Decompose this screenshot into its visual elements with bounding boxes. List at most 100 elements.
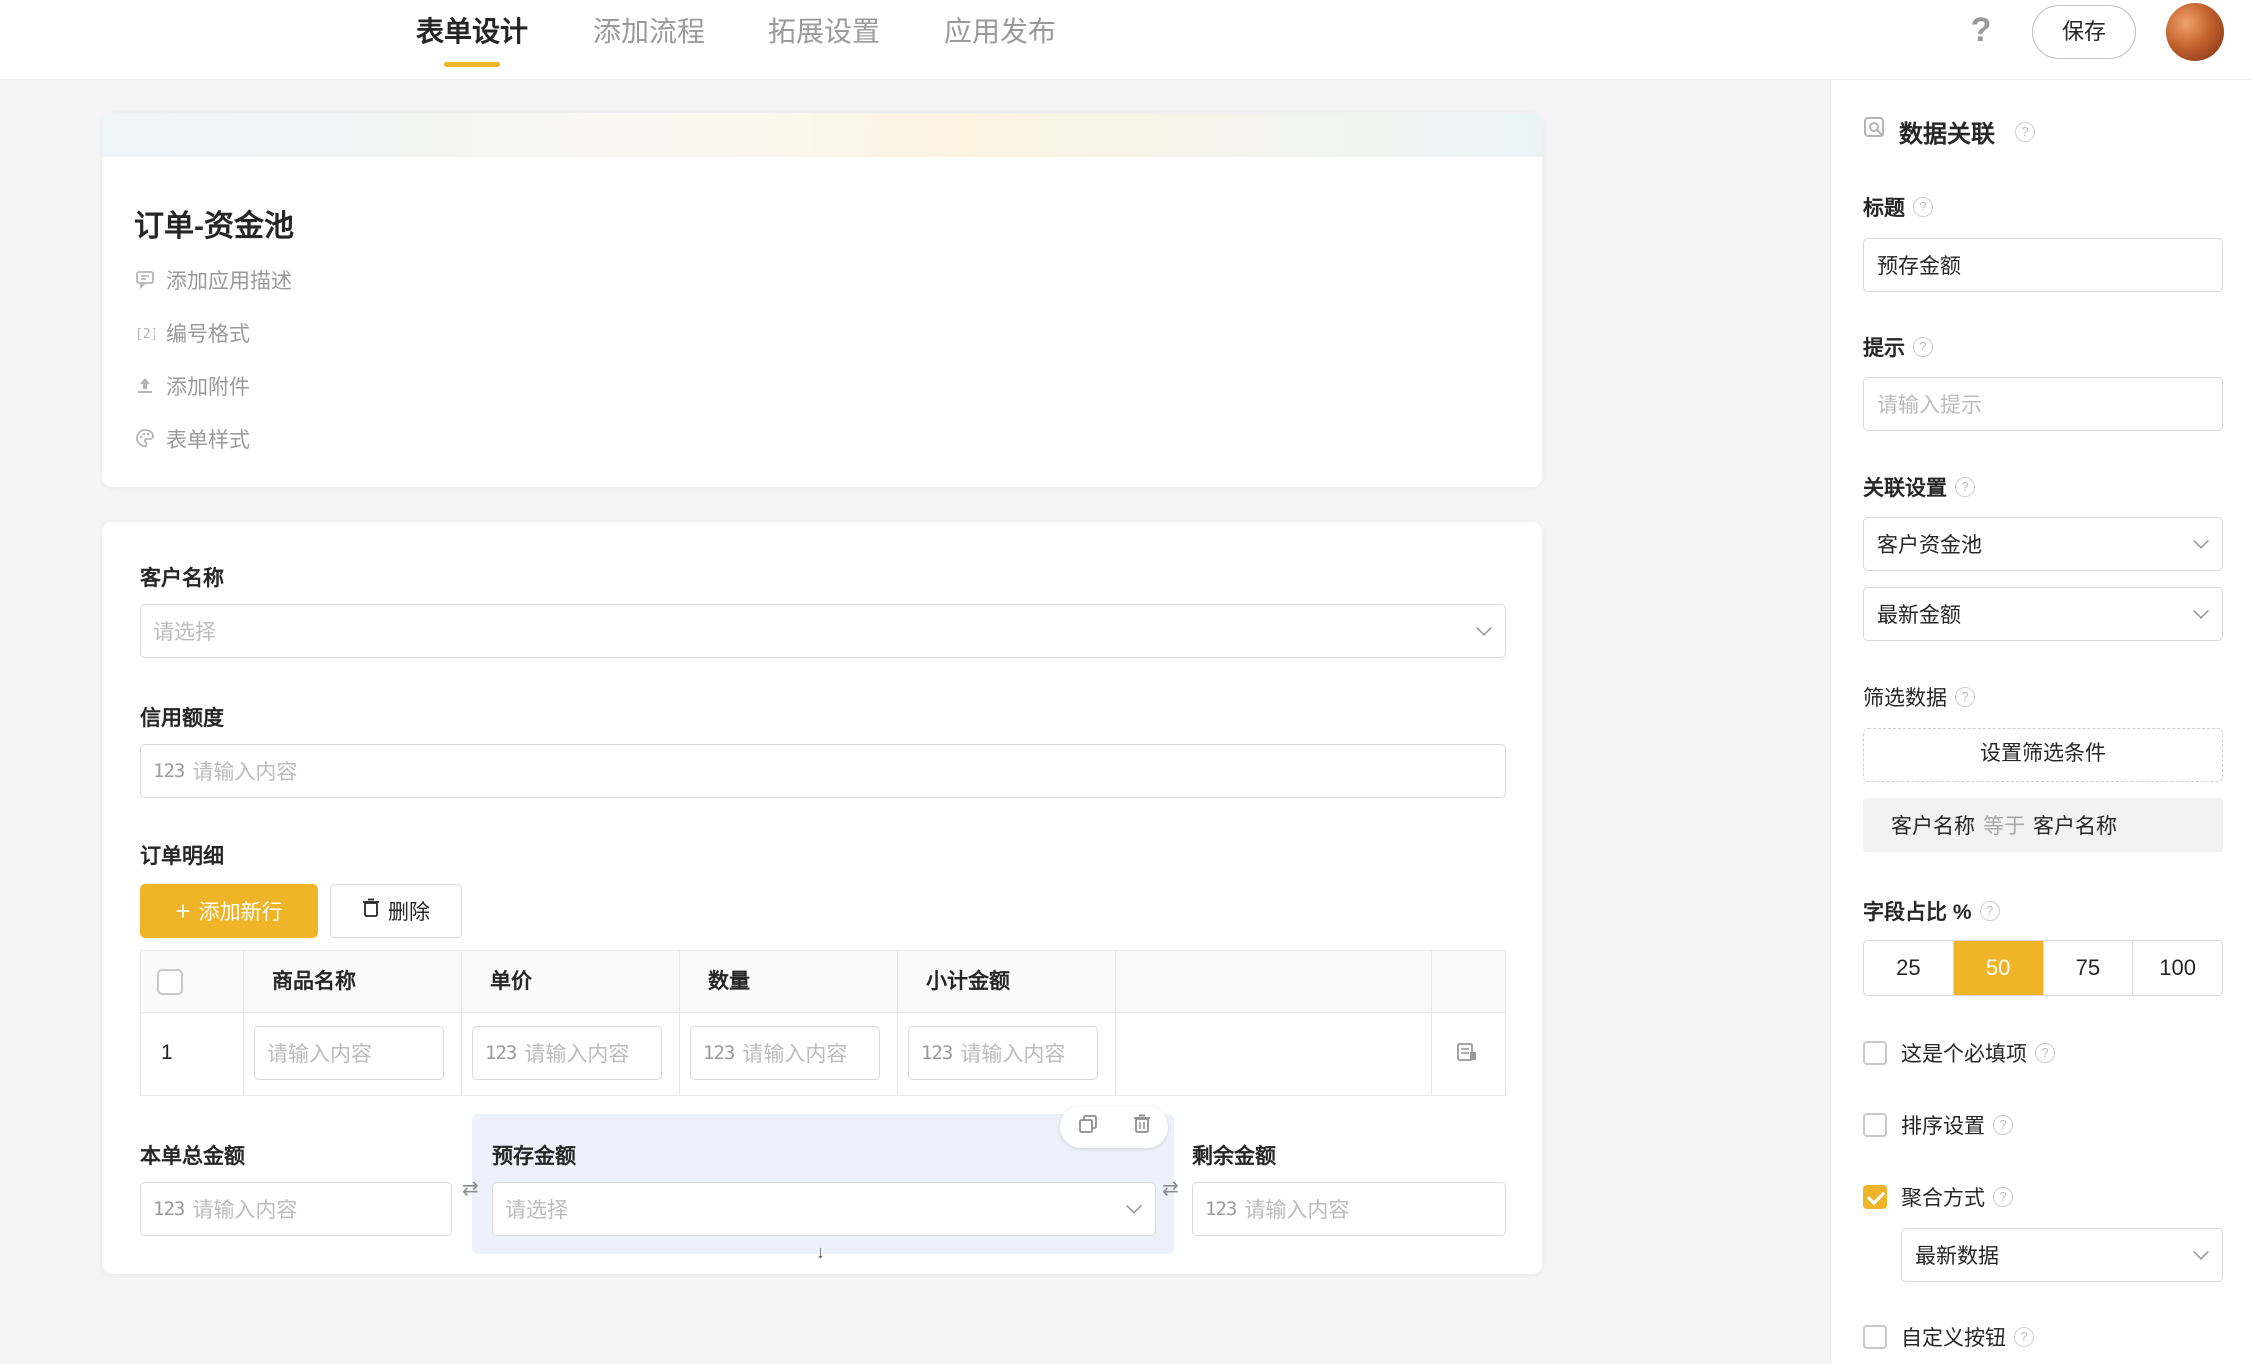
input-value: 预存金额 — [1877, 255, 1961, 278]
input-placeholder: 请输入内容 — [1244, 1199, 1350, 1222]
help-circle-icon[interactable]: ? — [2015, 121, 2035, 142]
hint-input[interactable]: 请输入提示 — [1863, 377, 2223, 431]
row-edit-icon[interactable] — [1456, 1041, 1478, 1069]
form-canvas-card: 客户名称 请选择 信用额度 123 请输入内容 订单明细 + 添加新行 删除 商… — [102, 522, 1542, 1274]
required-checkbox[interactable]: 这是个必填项? — [1863, 1038, 2055, 1068]
tab-label: 拓展设置 — [768, 16, 881, 47]
label-text: 筛选数据 — [1863, 687, 1947, 710]
delete-button[interactable]: 删除 — [330, 884, 462, 938]
remaining-amount-input[interactable]: 123 请输入内容 — [1192, 1182, 1506, 1236]
field-width-segmented: 25 50 75 100 — [1863, 940, 2223, 996]
prepaid-amount-label: 预存金额 — [492, 1145, 576, 1168]
arrow-down-icon[interactable]: ↓ — [816, 1242, 825, 1263]
number-icon: 123 — [1205, 1198, 1237, 1220]
label-text: 关联设置 — [1863, 477, 1947, 500]
table-cell: 123 请输入内容 — [680, 1013, 898, 1095]
help-circle-icon[interactable]: ? — [1955, 687, 1975, 707]
prepaid-amount-select[interactable]: 请选择 — [492, 1182, 1156, 1236]
select-all-checkbox[interactable] — [157, 969, 183, 995]
checkbox-box[interactable] — [1863, 1113, 1887, 1137]
number-format-icon: [2] — [134, 322, 158, 344]
chevron-down-icon — [2193, 533, 2209, 549]
help-circle-icon[interactable]: ? — [1993, 1187, 2013, 1207]
aggregate-method-select[interactable]: 最新数据 — [1901, 1228, 2223, 1282]
field-toolbar — [1060, 1106, 1168, 1148]
help-circle-icon[interactable]: ? — [2035, 1043, 2055, 1063]
table-cell: 123 请输入内容 — [462, 1013, 680, 1095]
sort-checkbox[interactable]: 排序设置? — [1863, 1110, 2013, 1140]
checkbox-box[interactable] — [1863, 1041, 1887, 1065]
tab-extension-settings[interactable]: 拓展设置 — [768, 12, 880, 66]
width-option-100[interactable]: 100 — [2133, 941, 2222, 995]
input-placeholder: 请输入内容 — [524, 1043, 630, 1066]
filter-condition[interactable]: 客户名称 等于 客户名称 — [1863, 798, 2223, 852]
tab-label: 应用发布 — [944, 16, 1057, 47]
save-button[interactable]: 保存 — [2032, 5, 2136, 59]
table-cell: 123 请输入内容 — [898, 1013, 1116, 1095]
swap-icon[interactable]: ⇄ — [462, 1176, 479, 1201]
set-filter-button[interactable]: 设置筛选条件 — [1863, 728, 2223, 782]
customer-name-select[interactable]: 请选择 — [140, 604, 1506, 658]
select-placeholder: 请选择 — [153, 621, 216, 644]
input-placeholder: 请输入内容 — [742, 1043, 848, 1066]
help-circle-icon[interactable]: ? — [1993, 1115, 2013, 1135]
title-setting-label: 标题? — [1863, 192, 1933, 222]
link-field-select[interactable]: 最新金额 — [1863, 587, 2223, 641]
input-placeholder: 请输入内容 — [192, 1199, 298, 1222]
width-option-75[interactable]: 75 — [2044, 941, 2134, 995]
order-detail-table: 商品名称 单价 数量 小计金额 1 请输入内容 123 请输入内容 123 请输入内… — [140, 950, 1506, 1096]
width-option-25[interactable]: 25 — [1864, 941, 1954, 995]
checkbox-label: 聚合方式 — [1901, 1187, 1985, 1210]
number-icon: 123 — [703, 1042, 735, 1064]
help-circle-icon[interactable]: ? — [1979, 901, 2000, 921]
add-row-button[interactable]: + 添加新行 — [140, 884, 318, 938]
app-title[interactable]: 订单-资金池 — [134, 201, 294, 245]
unit-price-input[interactable]: 123 请输入内容 — [472, 1026, 662, 1080]
select-value: 最新数据 — [1915, 1245, 1999, 1268]
trash-icon[interactable] — [1133, 1114, 1151, 1140]
help-icon[interactable]: ? — [1965, 10, 1997, 50]
checkbox-box-checked[interactable] — [1863, 1185, 1887, 1209]
panel-title: 数据关联 — [1899, 121, 1995, 148]
column-header: 商品名称 — [244, 951, 462, 1013]
column-header: 单价 — [462, 951, 680, 1013]
width-option-50[interactable]: 50 — [1953, 941, 2044, 995]
column-header-empty — [1116, 951, 1432, 1013]
avatar[interactable] — [2166, 3, 2224, 61]
form-style-link[interactable]: 表单样式 — [134, 424, 250, 454]
help-circle-icon[interactable]: ? — [1913, 337, 1933, 357]
credit-limit-label: 信用额度 — [140, 707, 224, 730]
aggregate-checkbox[interactable]: 聚合方式? — [1863, 1182, 2013, 1212]
custom-button-checkbox[interactable]: 自定义按钮? — [1863, 1322, 2034, 1352]
copy-icon[interactable] — [1078, 1114, 1098, 1140]
condition-operator: 等于 — [1983, 815, 2025, 838]
number-icon: 123 — [153, 760, 185, 782]
help-circle-icon[interactable]: ? — [2014, 1327, 2034, 1347]
app-banner — [102, 113, 1542, 157]
number-format-link[interactable]: [2] 编号格式 — [134, 318, 250, 348]
help-circle-icon[interactable]: ? — [1955, 477, 1975, 497]
title-input[interactable]: 预存金额 — [1863, 238, 2223, 292]
order-total-input[interactable]: 123 请输入内容 — [140, 1182, 452, 1236]
input-placeholder: 请输入内容 — [960, 1043, 1066, 1066]
swap-icon[interactable]: ⇄ — [1162, 1176, 1179, 1201]
tab-add-process[interactable]: 添加流程 — [593, 12, 705, 66]
tab-app-publish[interactable]: 应用发布 — [944, 12, 1056, 66]
table-cell: 请输入内容 — [244, 1013, 462, 1095]
trash-icon — [362, 898, 380, 924]
product-name-input[interactable]: 请输入内容 — [254, 1026, 444, 1080]
tab-label: 表单设计 — [416, 16, 529, 47]
help-circle-icon[interactable]: ? — [1913, 197, 1933, 217]
add-description-link[interactable]: 添加应用描述 — [134, 265, 292, 295]
checkbox-box[interactable] — [1863, 1325, 1887, 1349]
link-source-select[interactable]: 客户资金池 — [1863, 517, 2223, 571]
input-placeholder: 请输入内容 — [192, 761, 298, 784]
add-attachment-link[interactable]: 添加附件 — [134, 371, 250, 401]
link-label: 添加附件 — [166, 376, 250, 399]
subtotal-input[interactable]: 123 请输入内容 — [908, 1026, 1098, 1080]
quantity-input[interactable]: 123 请输入内容 — [690, 1026, 880, 1080]
select-value: 客户资金池 — [1877, 534, 1982, 557]
field-width-label: 字段占比 %? — [1863, 896, 2000, 926]
tab-form-design[interactable]: 表单设计 — [416, 12, 529, 67]
credit-limit-input[interactable]: 123 请输入内容 — [140, 744, 1506, 798]
